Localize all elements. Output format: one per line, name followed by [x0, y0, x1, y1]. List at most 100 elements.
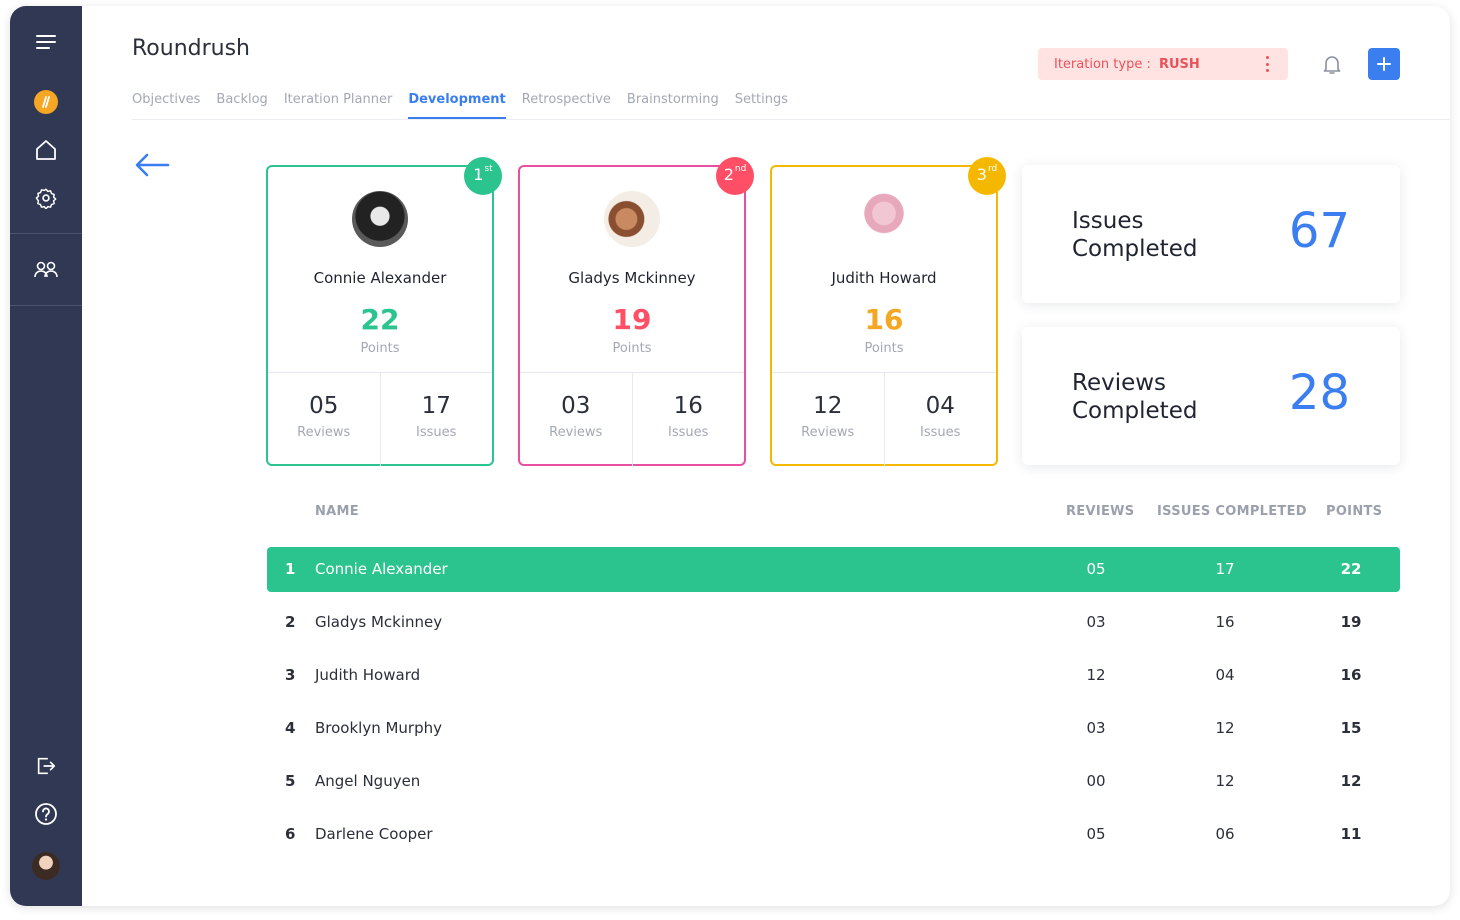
- reviews-cell: 00: [1086, 772, 1106, 790]
- points-cell: 19: [1340, 613, 1362, 631]
- issues-cell: 16: [1215, 613, 1235, 631]
- reviews-label: Reviews: [549, 425, 603, 440]
- reviews-stat: 03 Reviews: [520, 373, 632, 466]
- sidebar-divider: [10, 305, 82, 306]
- tab-objectives[interactable]: Objectives: [132, 92, 200, 119]
- podium-card-first[interactable]: 1st Connie Alexander 22 Points 05 Review…: [266, 157, 502, 466]
- points-cell: 15: [1340, 719, 1362, 737]
- points-label: Points: [360, 341, 400, 356]
- issues-stat: 16 Issues: [631, 373, 745, 466]
- reviews-cell: 03: [1086, 719, 1106, 737]
- points-cell: 12: [1340, 772, 1362, 790]
- summary-label: Reviews Completed: [1072, 370, 1198, 424]
- issues-stat: 17 Issues: [379, 373, 493, 466]
- tab-iteration-planner[interactable]: Iteration Planner: [284, 92, 393, 119]
- logout-icon[interactable]: [10, 746, 82, 786]
- podium-card-third[interactable]: 3rd Judith Howard 16 Points 12 Reviews 0…: [770, 157, 1006, 466]
- table-row[interactable]: 1 Connie Alexander 05 17 22: [267, 547, 1400, 592]
- summary-label: Issues Completed: [1072, 208, 1198, 262]
- table-row[interactable]: 6 Darlene Cooper 05 06 11: [267, 812, 1400, 857]
- sidebar: [10, 6, 82, 906]
- rank-cell: 3: [285, 666, 296, 684]
- name-cell: Angel Nguyen: [315, 772, 421, 790]
- points-label: Points: [612, 341, 652, 356]
- issues-label: Issues: [668, 425, 709, 440]
- card-stats: 03 Reviews 16 Issues: [520, 372, 744, 466]
- issues-cell: 04: [1215, 666, 1235, 684]
- team-icon[interactable]: [10, 250, 82, 290]
- col-name-header[interactable]: NAME: [315, 504, 359, 519]
- points-label: Points: [864, 341, 904, 356]
- player-name: Gladys Mckinney: [568, 269, 696, 287]
- logo-icon[interactable]: [10, 82, 82, 122]
- reviews-stat: 12 Reviews: [772, 373, 884, 466]
- reviews-value: 12: [813, 393, 843, 419]
- tab-retrospective[interactable]: Retrospective: [522, 92, 611, 119]
- reviews-cell: 05: [1086, 560, 1106, 578]
- card-stats: 12 Reviews 04 Issues: [772, 372, 996, 466]
- table-header: NAME REVIEWS ISSUES COMPLETED POINTS: [267, 504, 1400, 524]
- col-issues-header[interactable]: ISSUES COMPLETED: [1157, 504, 1307, 519]
- points-cell: 16: [1340, 666, 1362, 684]
- settings-icon[interactable]: [10, 178, 82, 218]
- tab-development[interactable]: Development: [408, 92, 506, 119]
- tab-backlog[interactable]: Backlog: [216, 92, 267, 119]
- reviews-value: 03: [561, 393, 591, 419]
- player-name: Judith Howard: [831, 269, 937, 287]
- menu-icon[interactable]: [10, 22, 82, 62]
- page-title: Roundrush: [132, 36, 251, 61]
- user-avatar[interactable]: [10, 846, 82, 886]
- issues-cell: 12: [1215, 719, 1235, 737]
- add-button[interactable]: [1368, 48, 1400, 80]
- app-window: Roundrush Objectives Backlog Iteration P…: [10, 6, 1450, 906]
- reviews-label: Reviews: [801, 425, 855, 440]
- tab-bar: Objectives Backlog Iteration Planner Dev…: [132, 92, 788, 119]
- points-value: 16: [864, 303, 904, 336]
- rank-cell: 5: [285, 772, 296, 790]
- rank-cell: 4: [285, 719, 296, 737]
- table-row[interactable]: 3 Judith Howard 12 04 16: [267, 653, 1400, 698]
- name-cell: Brooklyn Murphy: [315, 719, 443, 737]
- issues-cell: 17: [1215, 560, 1235, 578]
- issues-value: 16: [673, 393, 703, 419]
- table-row[interactable]: 4 Brooklyn Murphy 03 12 15: [267, 706, 1400, 751]
- rank-cell: 1: [285, 560, 296, 578]
- home-icon[interactable]: [10, 130, 82, 170]
- help-icon[interactable]: [10, 794, 82, 834]
- table-row[interactable]: 2 Gladys Mckinney 03 16 19: [267, 600, 1400, 645]
- name-cell: Connie Alexander: [315, 560, 448, 578]
- kebab-icon[interactable]: [1266, 56, 1270, 72]
- reviews-cell: 05: [1086, 825, 1106, 843]
- reviews-cell: 12: [1086, 666, 1106, 684]
- avatar: [604, 191, 660, 247]
- iteration-type-value: RUSH: [1158, 56, 1200, 72]
- rank-badge: 1st: [464, 157, 502, 195]
- podium-card-second[interactable]: 2nd Gladys Mckinney 19 Points 03 Reviews…: [518, 157, 754, 466]
- points-cell: 22: [1340, 560, 1362, 578]
- back-arrow-icon[interactable]: [134, 152, 170, 178]
- card-stats: 05 Reviews 17 Issues: [268, 372, 492, 466]
- iteration-type-label: Iteration type :: [1054, 56, 1155, 72]
- avatar: [352, 191, 408, 247]
- sidebar-divider: [10, 233, 82, 234]
- plus-icon: [1377, 57, 1391, 71]
- rank-badge: 3rd: [968, 157, 1006, 195]
- bell-icon[interactable]: [1320, 52, 1344, 76]
- points-value: 22: [360, 303, 400, 336]
- reviews-label: Reviews: [297, 425, 351, 440]
- issues-value: 17: [421, 393, 451, 419]
- issues-label: Issues: [416, 425, 457, 440]
- tab-brainstorming[interactable]: Brainstorming: [627, 92, 719, 119]
- issues-cell: 06: [1215, 825, 1235, 843]
- issues-value: 04: [925, 393, 955, 419]
- iteration-type-pill[interactable]: Iteration type : RUSH: [1038, 48, 1288, 80]
- table-row[interactable]: 5 Angel Nguyen 00 12 12: [267, 759, 1400, 804]
- col-reviews-header[interactable]: REVIEWS: [1066, 504, 1134, 519]
- issues-completed-card: Issues Completed 67: [1022, 165, 1400, 303]
- issues-label: Issues: [920, 425, 961, 440]
- col-points-header[interactable]: POINTS: [1326, 504, 1382, 519]
- rank-cell: 6: [285, 825, 296, 843]
- points-value: 19: [612, 303, 652, 336]
- reviews-completed-card: Reviews Completed 28: [1022, 327, 1400, 465]
- tab-settings[interactable]: Settings: [735, 92, 788, 119]
